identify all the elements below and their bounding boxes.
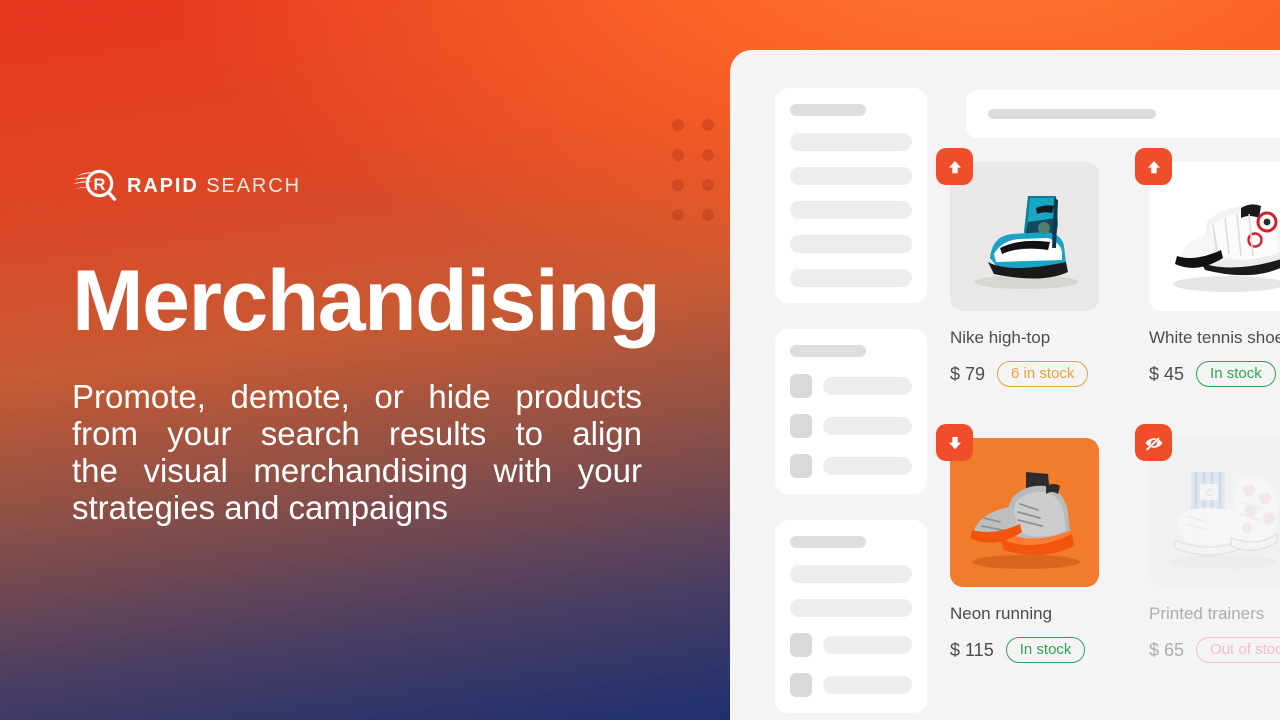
- product-meta: Nike high-top $ 79 6 in stock: [950, 328, 1149, 387]
- product-meta: White tennis shoes $ 45 In stock: [1149, 328, 1280, 387]
- skeleton-checkbox-row: [790, 633, 912, 657]
- search-placeholder-bar: [988, 109, 1156, 119]
- slide-canvas: R RAPID SEARCH Merchandising Promote, de…: [0, 0, 1280, 720]
- skeleton-bar: [823, 417, 912, 435]
- product-price-row: $ 79 6 in stock: [950, 361, 1149, 387]
- arrow-up-icon[interactable]: [936, 148, 973, 185]
- skeleton-bar: [790, 269, 912, 287]
- search-input[interactable]: [966, 90, 1280, 138]
- skeleton-checkbox-row: [790, 414, 912, 438]
- skeleton-checkbox: [790, 454, 812, 478]
- app-preview-panel: Nike high-top $ 79 6 in stock White tenn…: [730, 50, 1280, 720]
- skeleton-checkbox-row: [790, 374, 912, 398]
- product-name: Nike high-top: [950, 328, 1051, 347]
- product-image: [950, 162, 1099, 311]
- status-badge: In stock: [1196, 361, 1276, 387]
- product-price-row: $ 45 In stock: [1149, 361, 1280, 387]
- hero-description: Promote, demote, or hide products from y…: [72, 378, 642, 526]
- dot-grid-decoration: [671, 118, 723, 230]
- svg-text:R: R: [94, 176, 106, 194]
- skeleton-panel-filters: [775, 88, 927, 303]
- hero-line-3: the visual merchandising with your: [72, 452, 642, 489]
- brand-logo: R RAPID SEARCH: [72, 166, 301, 206]
- status-badge: In stock: [1005, 637, 1086, 663]
- product-name: White tennis shoes: [1149, 328, 1280, 347]
- product-price: $ 115: [950, 639, 994, 660]
- product-image: [1149, 162, 1280, 311]
- skeleton-bar: [790, 133, 912, 151]
- svg-text:C: C: [1206, 488, 1213, 498]
- rapid-search-logo-icon: R: [72, 166, 120, 206]
- skeleton-bar: [790, 599, 912, 617]
- skeleton-checkbox: [790, 414, 812, 438]
- product-name: Printed trainers: [1149, 604, 1265, 623]
- skeleton-checkbox: [790, 374, 812, 398]
- skeleton-bar: [790, 565, 912, 583]
- skeleton-panel-categories: [775, 520, 927, 713]
- skeleton-bar: [790, 201, 912, 219]
- brand-name-bold: RAPID: [127, 175, 199, 197]
- product-price: $ 65: [1149, 639, 1185, 660]
- status-badge: Out of stock: [1196, 637, 1280, 663]
- product-price: $ 79: [950, 363, 986, 384]
- arrow-down-icon[interactable]: [936, 424, 973, 461]
- product-meta: Printed trainers $ 65 Out of stock: [1149, 604, 1280, 663]
- arrow-up-icon[interactable]: [1135, 148, 1172, 185]
- status-badge: 6 in stock: [997, 361, 1089, 387]
- product-card[interactable]: C Printed trainers $ 65 Out of stoc: [1135, 424, 1280, 714]
- skeleton-bar: [790, 235, 912, 253]
- product-card[interactable]: Nike high-top $ 79 6 in stock: [936, 148, 1149, 438]
- brand-wordmark: RAPID SEARCH: [127, 176, 301, 196]
- product-name: Neon running: [950, 604, 1053, 623]
- skeleton-bar: [823, 676, 912, 694]
- skeleton-heading: [790, 536, 866, 548]
- product-image: [950, 438, 1099, 587]
- product-card[interactable]: White tennis shoes $ 45 In stock: [1135, 148, 1280, 438]
- hero-line-1: Promote, demote, or hide products: [72, 378, 642, 415]
- product-meta: Neon running $ 115 In stock: [950, 604, 1149, 663]
- skeleton-panel-facets: [775, 329, 927, 494]
- skeleton-checkbox: [790, 673, 812, 697]
- product-price-row: $ 115 In stock: [950, 637, 1149, 663]
- skeleton-bar: [823, 457, 912, 475]
- product-grid: Nike high-top $ 79 6 in stock White tenn…: [936, 148, 1280, 714]
- skeleton-heading: [790, 345, 866, 357]
- skeleton-checkbox: [790, 633, 812, 657]
- hero-section: R RAPID SEARCH Merchandising Promote, de…: [72, 0, 672, 720]
- skeleton-sidebar: [775, 88, 927, 720]
- product-price: $ 45: [1149, 363, 1185, 384]
- hero-line-4: strategies and campaigns: [72, 489, 449, 526]
- product-card[interactable]: Neon running $ 115 In stock: [936, 424, 1149, 714]
- product-price-row: $ 65 Out of stock: [1149, 637, 1280, 663]
- skeleton-bar: [823, 377, 912, 395]
- eye-slash-icon[interactable]: [1135, 424, 1172, 461]
- skeleton-heading: [790, 104, 866, 116]
- skeleton-bar: [790, 167, 912, 185]
- product-image: C: [1149, 438, 1280, 587]
- skeleton-checkbox-row: [790, 454, 912, 478]
- page-title: Merchandising: [72, 253, 661, 349]
- hero-line-2: from your search results to align: [72, 415, 642, 452]
- skeleton-bar: [823, 636, 912, 654]
- skeleton-checkbox-row: [790, 673, 912, 697]
- brand-name-light: SEARCH: [198, 175, 301, 197]
